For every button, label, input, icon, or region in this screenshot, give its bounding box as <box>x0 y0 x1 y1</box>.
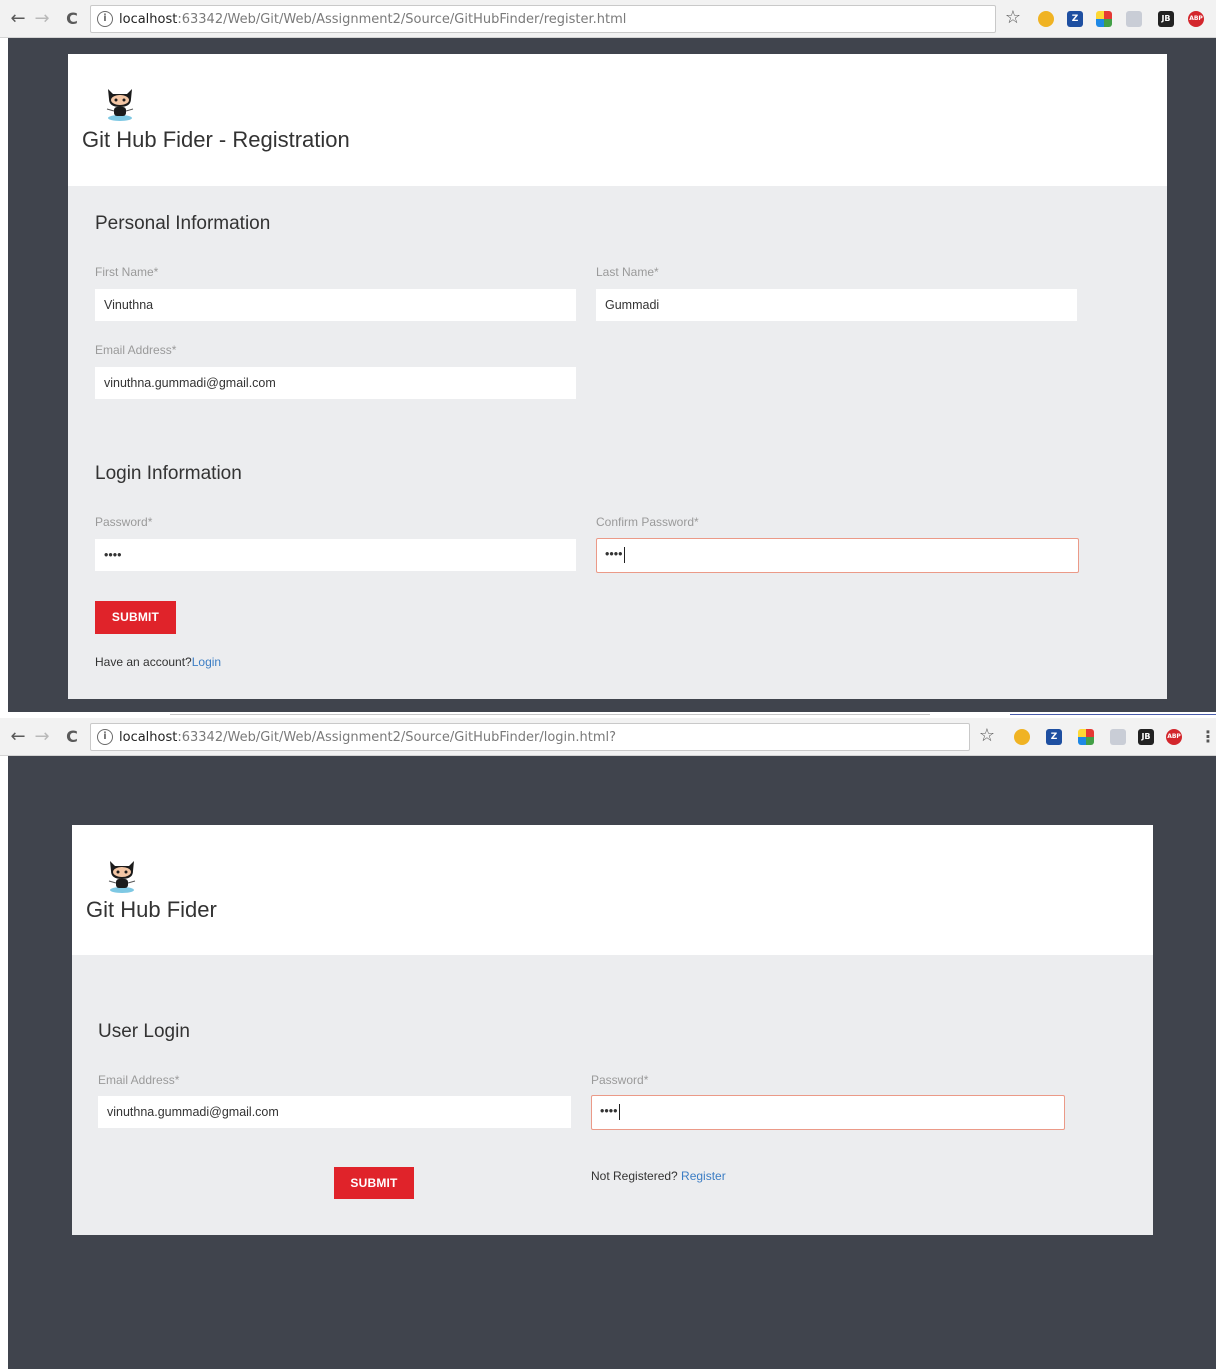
last-name-label: Last Name* <box>596 265 659 279</box>
register-prompt: Not Registered? Register <box>591 1169 726 1183</box>
confirm-password-field[interactable]: •••• <box>596 538 1079 573</box>
account-prompt: Have an account?Login <box>95 655 221 669</box>
login-info-heading: Login Information <box>95 463 242 484</box>
extension-google-icon[interactable] <box>1038 11 1054 27</box>
extension-pdf-icon[interactable] <box>1110 729 1126 745</box>
password-label: Password* <box>591 1073 649 1087</box>
bookmark-star-icon[interactable]: ☆ <box>1005 7 1021 29</box>
browser-toolbar: ← → C i localhost:63342/Web/Git/Web/Assi… <box>0 718 1216 756</box>
back-icon[interactable]: ← <box>8 726 28 748</box>
card-header: Git Hub Fider - Registration <box>68 54 1167 186</box>
extension-adblock-icon[interactable]: ABP <box>1188 11 1204 27</box>
personal-info-heading: Personal Information <box>95 213 271 234</box>
extension-pdf-icon[interactable] <box>1126 11 1142 27</box>
info-icon[interactable]: i <box>97 729 113 745</box>
register-browser-window: ← → C i localhost:63342/Web/Git/Web/Assi… <box>0 0 1216 712</box>
email-label: Email Address* <box>98 1073 180 1087</box>
text-caret <box>618 1103 620 1120</box>
url-host: localhost <box>119 730 178 745</box>
reload-icon[interactable]: C <box>62 726 82 748</box>
card-header: Git Hub Fider <box>72 825 1153 955</box>
page-viewport: Git Hub Fider User Login Email Address* … <box>8 756 1216 1369</box>
account-prompt-text: Have an account? <box>95 655 192 669</box>
password-label: Password* <box>95 515 153 529</box>
extension-color-picker-icon[interactable] <box>1078 729 1094 745</box>
page-viewport: Git Hub Fider - Registration Personal In… <box>8 38 1216 712</box>
extension-z-icon[interactable]: Z <box>1067 11 1083 27</box>
divider-line <box>170 714 930 715</box>
octocat-logo-icon <box>108 861 136 893</box>
password-value: •••• <box>600 1104 618 1118</box>
url-text: localhost:63342/Web/Git/Web/Assignment2/… <box>119 12 626 28</box>
extension-color-picker-icon[interactable] <box>1096 11 1112 27</box>
extension-jb-icon[interactable]: JB <box>1158 11 1174 27</box>
login-browser-window: ← → C i localhost:63342/Web/Git/Web/Assi… <box>0 718 1216 1369</box>
divider-accent-line <box>1010 714 1216 715</box>
bookmark-star-icon[interactable]: ☆ <box>979 725 995 747</box>
reload-icon[interactable]: C <box>62 8 82 30</box>
confirm-password-value: •••• <box>605 547 623 561</box>
extension-adblock-icon[interactable]: ABP <box>1166 729 1182 745</box>
login-card: Git Hub Fider User Login Email Address* … <box>72 825 1153 1235</box>
password-field[interactable]: •••• <box>591 1095 1065 1130</box>
info-icon[interactable]: i <box>97 11 113 27</box>
browser-menu-icon[interactable]: ⋮ <box>1200 726 1216 748</box>
octocat-logo-icon <box>106 89 134 121</box>
submit-button[interactable]: SUBMIT <box>334 1167 414 1199</box>
url-host: localhost <box>119 12 178 27</box>
confirm-password-label: Confirm Password* <box>596 515 699 529</box>
register-link[interactable]: Register <box>681 1169 726 1183</box>
extension-jb-icon[interactable]: JB <box>1138 729 1154 745</box>
text-caret <box>623 546 625 563</box>
submit-button[interactable]: SUBMIT <box>95 601 176 634</box>
back-icon[interactable]: ← <box>8 8 28 30</box>
first-name-field[interactable]: Vinuthna <box>95 289 576 321</box>
url-path: :63342/Web/Git/Web/Assignment2/Source/Gi… <box>177 730 617 745</box>
extension-z-icon[interactable]: Z <box>1046 729 1062 745</box>
first-name-label: First Name* <box>95 265 159 279</box>
url-text: localhost:63342/Web/Git/Web/Assignment2/… <box>119 730 616 746</box>
user-login-heading: User Login <box>98 1021 190 1042</box>
email-field[interactable]: vinuthna.gummadi@gmail.com <box>95 367 576 399</box>
browser-toolbar: ← → C i localhost:63342/Web/Git/Web/Assi… <box>0 0 1216 38</box>
last-name-field[interactable]: Gummadi <box>596 289 1077 321</box>
forward-icon[interactable]: → <box>32 8 52 30</box>
forward-icon[interactable]: → <box>32 726 52 748</box>
register-prompt-text: Not Registered? <box>591 1169 682 1183</box>
email-label: Email Address* <box>95 343 177 357</box>
extension-google-icon[interactable] <box>1014 729 1030 745</box>
app-title: Git Hub Fider <box>86 897 217 922</box>
email-field[interactable]: vinuthna.gummadi@gmail.com <box>98 1096 571 1128</box>
address-bar[interactable]: i localhost:63342/Web/Git/Web/Assignment… <box>90 5 1021 33</box>
password-field[interactable]: •••• <box>95 539 576 571</box>
url-path: :63342/Web/Git/Web/Assignment2/Source/Gi… <box>177 12 627 27</box>
address-bar[interactable]: i localhost:63342/Web/Git/Web/Assignment… <box>90 723 995 751</box>
registration-card: Git Hub Fider - Registration Personal In… <box>68 54 1167 699</box>
login-link[interactable]: Login <box>192 655 221 669</box>
app-title: Git Hub Fider - Registration <box>82 127 350 152</box>
